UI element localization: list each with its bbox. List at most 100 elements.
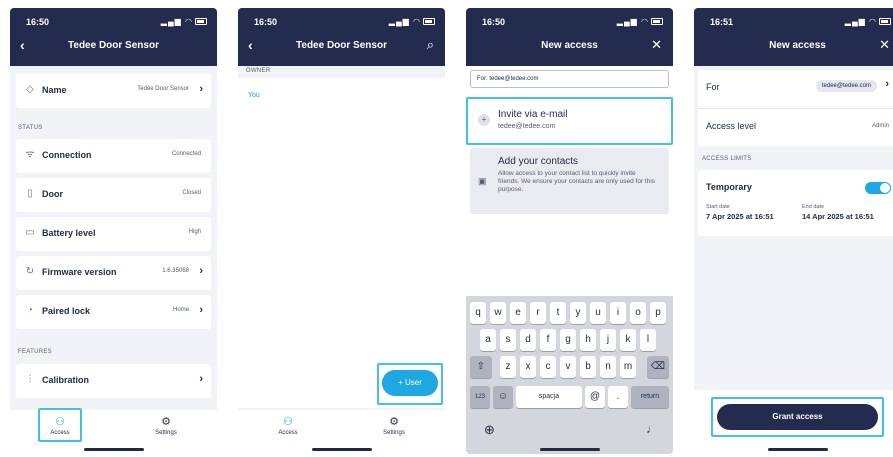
key-m[interactable]: m — [620, 356, 636, 378]
firmware-label: Firmware version — [42, 267, 117, 277]
close-icon[interactable]: ✕ — [879, 37, 890, 53]
access-details-card: For tedee@tedee.com › Access level Admin — [698, 70, 893, 146]
highlight-access-tab — [38, 408, 82, 442]
key-s[interactable]: s — [500, 329, 516, 351]
at-key[interactable]: @ — [585, 386, 605, 408]
home-indicator — [540, 448, 600, 451]
tab-access[interactable]: ⚇ Access — [258, 416, 318, 436]
key-w[interactable]: w — [490, 302, 506, 324]
for-email-input[interactable]: For: tedee@tedee.com — [470, 70, 669, 88]
key-v[interactable]: v — [560, 356, 576, 378]
emoji-key[interactable]: ☺ — [493, 386, 513, 408]
door-value: Closed — [182, 190, 201, 196]
app-header: 16:50 ▂▄▆ ◠ ‹ Tedee Door Sensor — [10, 8, 217, 66]
key-z[interactable]: z — [500, 356, 516, 378]
lock-icon: ◔ — [26, 305, 34, 316]
key-g[interactable]: g — [560, 329, 576, 351]
shift-key[interactable]: ⇧ — [470, 356, 492, 378]
key-i[interactable]: i — [610, 302, 626, 324]
key-k[interactable]: k — [620, 329, 636, 351]
key-l[interactable]: l — [640, 329, 656, 351]
refresh-icon: ↻ — [25, 266, 35, 277]
chevron-right-icon: › — [199, 304, 203, 316]
features-section-title: FEATURES — [18, 349, 52, 355]
calibration-label: Calibration — [42, 375, 90, 385]
temporary-toggle[interactable] — [865, 182, 891, 194]
gear-icon: ⚙ — [389, 416, 399, 428]
tab-settings[interactable]: ⚙ Settings — [364, 416, 424, 436]
key-r[interactable]: r — [530, 302, 546, 324]
page-title: New access — [541, 40, 598, 51]
for-label: For — [706, 82, 720, 92]
screen-new-access-form: 16:51 ▂▄▆ ◠ New access ✕ For tedee@tedee… — [694, 8, 893, 454]
temporary-label: Temporary — [706, 182, 752, 192]
access-level-value[interactable]: Admin — [872, 123, 889, 129]
wifi-status-icon: ◠ — [641, 17, 649, 26]
contacts-icon: ▣ — [478, 176, 487, 186]
tab-settings-label: Settings — [383, 430, 405, 436]
key-a[interactable]: a — [480, 329, 496, 351]
end-date-value[interactable]: 14 Apr 2025 at 16:51 — [802, 212, 874, 221]
calibration-row[interactable]: ⫶ Calibration › — [16, 364, 211, 398]
return-key[interactable]: return — [631, 386, 669, 408]
tab-settings[interactable]: ⚙ Settings — [136, 416, 196, 436]
status-icons: ▂▄▆ ◠ — [845, 17, 891, 26]
home-indicator — [768, 448, 828, 451]
battery-label: Battery level — [42, 228, 96, 238]
status-icons: ▂▄▆ ◠ — [617, 17, 663, 26]
paired-lock-row[interactable]: ◔ Paired lock Home › — [16, 295, 211, 329]
key-h[interactable]: h — [580, 329, 596, 351]
backspace-key[interactable]: ⌫ — [647, 356, 669, 378]
status-time: 16:50 — [26, 17, 50, 27]
firmware-value: 1.6.35068 — [162, 268, 189, 274]
key-e[interactable]: e — [510, 302, 526, 324]
key-o[interactable]: o — [630, 302, 646, 324]
key-c[interactable]: c — [540, 356, 556, 378]
page-title: Tedee Door Sensor — [68, 40, 159, 51]
globe-icon[interactable]: ⊕ — [484, 422, 495, 438]
key-y[interactable]: y — [570, 302, 586, 324]
tab-access-label: Access — [278, 430, 298, 436]
tab-settings-label: Settings — [155, 430, 177, 436]
app-header: 16:51 ▂▄▆ ◠ New access ✕ — [694, 8, 893, 66]
status-icons: ▂▄▆ ◠ — [161, 17, 207, 26]
highlight-grant-access — [711, 397, 884, 437]
numbers-key[interactable]: 123 — [470, 386, 490, 408]
key-t[interactable]: t — [550, 302, 566, 324]
name-label: Name — [42, 85, 67, 95]
tag-icon: ◇ — [26, 84, 34, 95]
key-x[interactable]: x — [520, 356, 536, 378]
start-date-value[interactable]: 7 Apr 2025 at 16:51 — [706, 212, 774, 221]
microphone-icon[interactable]: ♩ — [646, 422, 658, 436]
name-row[interactable]: ◇ Name Tedee Door Sensor › — [16, 74, 211, 108]
signal-icon: ▂▄▆ — [160, 17, 182, 26]
wifi-status-icon: ◠ — [185, 17, 193, 26]
space-key[interactable]: spacja — [516, 386, 582, 408]
add-contacts-card[interactable]: ▣ Add your contacts Allow access to your… — [470, 148, 669, 214]
tab-bar: ⚇ Access ⚙ Settings — [238, 410, 445, 454]
battery-status-icon — [879, 18, 891, 26]
dot-key[interactable]: . — [608, 386, 628, 408]
wifi-status-icon: ◠ — [413, 17, 421, 26]
key-q[interactable]: q — [470, 302, 486, 324]
chevron-right-icon: › — [199, 83, 203, 95]
owner-item[interactable]: You — [248, 92, 260, 99]
key-p[interactable]: p — [650, 302, 666, 324]
key-f[interactable]: f — [540, 329, 556, 351]
paired-lock-label: Paired lock — [42, 306, 91, 316]
key-u[interactable]: u — [590, 302, 606, 324]
home-indicator — [312, 448, 372, 451]
page-title: New access — [769, 40, 826, 51]
connection-label: Connection — [42, 150, 92, 160]
recipient-chip[interactable]: tedee@tedee.com — [815, 80, 877, 92]
key-b[interactable]: b — [580, 356, 596, 378]
search-icon[interactable]: ⌕ — [427, 37, 434, 53]
key-j[interactable]: j — [600, 329, 616, 351]
battery-status-icon — [423, 18, 435, 26]
firmware-row[interactable]: ↻ Firmware version 1.6.35068 › — [16, 256, 211, 290]
key-n[interactable]: n — [600, 356, 616, 378]
battery-status-icon — [195, 18, 207, 26]
close-icon[interactable]: ✕ — [651, 37, 662, 53]
key-d[interactable]: d — [520, 329, 536, 351]
name-value: Tedee Door Sensor — [137, 86, 189, 92]
